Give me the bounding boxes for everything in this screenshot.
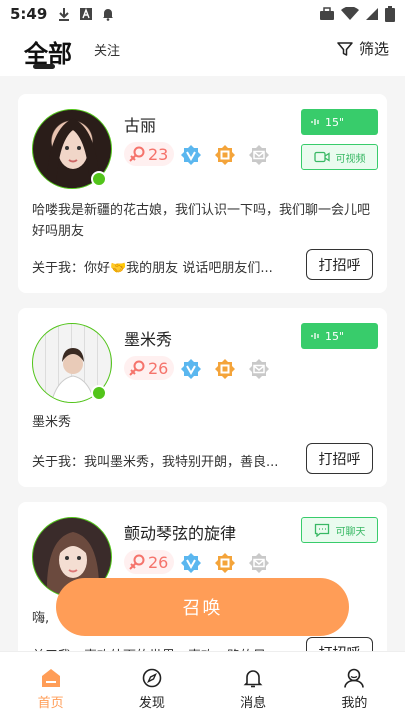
user-card[interactable]: 古丽 23 15" 可视频 哈喽我是新疆的花古娘，我们认识一下吗，我们聊一会儿吧… — [18, 94, 387, 293]
active-tab-indicator — [33, 64, 55, 69]
id-verified-badge-icon — [215, 145, 235, 165]
summon-button[interactable]: 召唤 — [56, 578, 349, 636]
download-icon — [59, 8, 70, 21]
user-age: 23 — [148, 144, 169, 164]
bell-icon — [243, 670, 263, 688]
wifi-icon — [341, 7, 359, 20]
mail-badge-icon — [249, 145, 269, 165]
video-available-chip[interactable]: 可视频 — [301, 144, 378, 170]
user-age: 26 — [148, 552, 169, 572]
filter-label: 筛选 — [358, 40, 389, 58]
chat-available-chip[interactable]: 可聊天 — [301, 517, 378, 543]
chat-bubble-icon — [314, 523, 329, 537]
user-name: 颤动琴弦的旋律 — [124, 524, 237, 543]
verified-v-badge-icon — [181, 359, 201, 379]
id-verified-badge-icon — [215, 553, 235, 573]
about-me: 关于我：我叫墨米秀，我特别开朗，善良... — [32, 455, 279, 470]
home-icon — [41, 669, 60, 687]
user-card[interactable]: 墨米秀 26 15" 墨米秀 关于我：我叫墨米秀，我特别开朗，善良... 打招呼 — [18, 308, 387, 487]
user-icon — [344, 668, 365, 688]
female-gender-icon — [129, 554, 145, 570]
age-badge: 26 — [124, 356, 175, 380]
nav-item-profile[interactable]: 我的 — [304, 652, 405, 721]
voice-duration-chip[interactable]: 15" — [301, 109, 378, 135]
voice-duration: 15" — [325, 115, 345, 129]
about-me: 关于我：你好🤝我的朋友 说话吧朋友们... — [32, 261, 273, 276]
briefcase-icon — [320, 7, 334, 20]
mail-badge-icon — [249, 359, 269, 379]
status-bar: 5:49 — [0, 0, 405, 28]
battery-icon — [385, 6, 395, 22]
user-description: 墨米秀 — [32, 415, 72, 430]
greet-button[interactable]: 打招呼 — [306, 443, 373, 474]
filter-icon — [337, 41, 353, 56]
video-camera-icon — [313, 151, 330, 163]
user-name: 墨米秀 — [124, 330, 173, 349]
nav-item-discover[interactable]: 发现 — [101, 652, 202, 721]
verified-v-badge-icon — [181, 553, 201, 573]
female-gender-icon — [129, 146, 145, 162]
voice-duration-chip[interactable]: 15" — [301, 323, 378, 349]
nav-label: 首页 — [37, 696, 64, 711]
voice-duration: 15" — [325, 329, 345, 343]
nav-item-messages[interactable]: 消息 — [203, 652, 304, 721]
verified-v-badge-icon — [181, 145, 201, 165]
user-description: 哈喽我是新疆的花古娘，我们认识一下吗，我们聊一会儿吧好吗朋友 — [32, 203, 371, 239]
top-header: 全部 关注 筛选 — [0, 28, 405, 76]
tab-follow[interactable]: 关注 — [94, 40, 120, 59]
nav-label: 发现 — [138, 696, 165, 711]
sound-wave-icon — [311, 333, 319, 339]
font-a-icon — [80, 8, 93, 20]
status-time: 5:49 — [10, 5, 48, 23]
id-verified-badge-icon — [215, 359, 235, 379]
greet-button[interactable]: 打招呼 — [306, 249, 373, 280]
sound-wave-icon — [311, 119, 319, 125]
nav-item-home[interactable]: 首页 — [0, 652, 101, 721]
mode-label: 可聊天 — [335, 526, 366, 538]
bottom-nav: 首页 发现 消息 我的 — [0, 651, 405, 721]
filter-button[interactable]: 筛选 — [337, 38, 389, 59]
nav-label: 我的 — [341, 696, 368, 711]
user-age: 26 — [148, 358, 169, 378]
age-badge: 26 — [124, 550, 175, 574]
online-status-dot — [91, 385, 107, 401]
mode-label: 可视频 — [335, 153, 366, 165]
female-gender-icon — [129, 360, 145, 376]
user-name: 古丽 — [124, 116, 157, 135]
notification-bell-icon — [103, 9, 114, 21]
nav-label: 消息 — [240, 696, 267, 711]
signal-icon — [366, 8, 378, 20]
compass-icon — [142, 668, 162, 688]
mail-badge-icon — [249, 553, 269, 573]
online-status-dot — [91, 171, 107, 187]
age-badge: 23 — [124, 142, 175, 166]
